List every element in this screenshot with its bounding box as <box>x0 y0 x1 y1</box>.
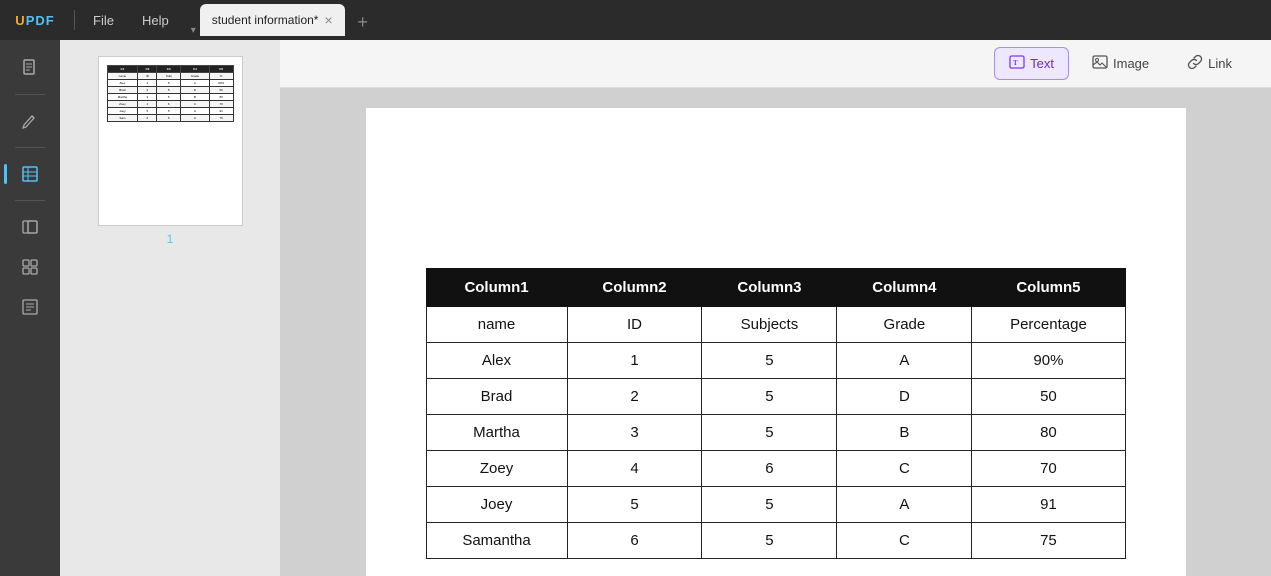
table-cell: name <box>426 307 567 343</box>
file-menu[interactable]: File <box>79 0 128 40</box>
table-header-cell: Column5 <box>972 269 1125 307</box>
sidebar-icon-pages[interactable] <box>12 209 48 245</box>
table-cell: 80 <box>972 415 1125 451</box>
table-cell: 3 <box>567 415 702 451</box>
table-cell: Alex <box>426 343 567 379</box>
table-header-cell: Column4 <box>837 269 972 307</box>
link-tool-icon <box>1187 54 1203 73</box>
sidebar-divider-1 <box>15 94 45 95</box>
main-layout: C1C2C3C4C5 nameIDSubjGrade% Alex15A90% B… <box>0 40 1271 576</box>
sidebar-icon-convert[interactable] <box>12 289 48 325</box>
document-page: Column1Column2Column3Column4Column5 name… <box>366 108 1186 576</box>
tab-label: student information* <box>212 13 319 27</box>
table-body: nameIDSubjectsGradePercentageAlex15A90%B… <box>426 307 1125 559</box>
table-cell: 91 <box>972 487 1125 523</box>
table-row: Alex15A90% <box>426 343 1125 379</box>
table-cell: 6 <box>702 451 837 487</box>
tab-arrow-icon: ▾ <box>191 25 196 36</box>
table-cell: Joey <box>426 487 567 523</box>
table-row: Martha35B80 <box>426 415 1125 451</box>
help-menu[interactable]: Help <box>128 0 183 40</box>
thumbnail-image: C1C2C3C4C5 nameIDSubjGrade% Alex15A90% B… <box>98 56 243 226</box>
sidebar-icon-organize[interactable] <box>12 249 48 285</box>
text-tool-icon: T <box>1009 54 1025 73</box>
logo-text: UPDF <box>15 13 54 28</box>
document-scroll[interactable]: Column1Column2Column3Column4Column5 name… <box>280 88 1271 576</box>
divider <box>74 10 75 30</box>
table-cell: 5 <box>702 343 837 379</box>
page-number: 1 <box>167 232 174 246</box>
sidebar-icon-document[interactable] <box>12 50 48 86</box>
table-cell: Percentage <box>972 307 1125 343</box>
table-header-cell: Column1 <box>426 269 567 307</box>
table-cell: 6 <box>567 523 702 559</box>
table-cell: 50 <box>972 379 1125 415</box>
thumbnail-table: C1C2C3C4C5 nameIDSubjGrade% Alex15A90% B… <box>107 65 234 122</box>
content-area: T Text Image <box>280 40 1271 576</box>
table-cell: 5 <box>702 487 837 523</box>
thumbnail-panel: C1C2C3C4C5 nameIDSubjGrade% Alex15A90% B… <box>60 40 280 576</box>
table-header-row: Column1Column2Column3Column4Column5 <box>426 269 1125 307</box>
image-tool-label: Image <box>1113 56 1149 71</box>
table-cell: 1 <box>567 343 702 379</box>
table-cell: Samantha <box>426 523 567 559</box>
svg-text:T: T <box>1013 59 1018 67</box>
table-cell: Martha <box>426 415 567 451</box>
table-cell: 70 <box>972 451 1125 487</box>
table-row: Zoey46C70 <box>426 451 1125 487</box>
table-cell: 5 <box>567 487 702 523</box>
image-tool-button[interactable]: Image <box>1077 47 1164 80</box>
data-table: Column1Column2Column3Column4Column5 name… <box>426 268 1126 559</box>
table-cell: Zoey <box>426 451 567 487</box>
thumbnail-page-1[interactable]: C1C2C3C4C5 nameIDSubjGrade% Alex15A90% B… <box>98 56 243 246</box>
toolbar: T Text Image <box>280 40 1271 88</box>
table-cell: 4 <box>567 451 702 487</box>
table-cell: 75 <box>972 523 1125 559</box>
table-header-cell: Column2 <box>567 269 702 307</box>
link-tool-button[interactable]: Link <box>1172 47 1247 80</box>
table-cell: A <box>837 343 972 379</box>
table-cell: 5 <box>702 379 837 415</box>
table-row: Brad25D50 <box>426 379 1125 415</box>
table-row: Joey55A91 <box>426 487 1125 523</box>
table-row: nameIDSubjectsGradePercentage <box>426 307 1125 343</box>
table-cell: B <box>837 415 972 451</box>
table-cell: D <box>837 379 972 415</box>
text-tool-label: Text <box>1030 56 1054 71</box>
sidebar-divider-3 <box>15 200 45 201</box>
table-row: Samantha65C75 <box>426 523 1125 559</box>
table-cell: Grade <box>837 307 972 343</box>
table-header-cell: Column3 <box>702 269 837 307</box>
table-cell: 2 <box>567 379 702 415</box>
new-tab-button[interactable]: + <box>349 8 377 36</box>
active-tab[interactable]: student information* × <box>200 4 345 36</box>
table-cell: 5 <box>702 415 837 451</box>
table-cell: 5 <box>702 523 837 559</box>
table-cell: C <box>837 523 972 559</box>
table-cell: Subjects <box>702 307 837 343</box>
tabs-area: ▾ student information* × + <box>183 4 1271 36</box>
sidebar-icon-edit[interactable] <box>12 103 48 139</box>
sidebar-icon-table[interactable] <box>12 156 48 192</box>
table-cell: Brad <box>426 379 567 415</box>
tab-close-button[interactable]: × <box>324 13 332 27</box>
text-tool-button[interactable]: T Text <box>994 47 1069 80</box>
sidebar-divider-2 <box>15 147 45 148</box>
table-cell: C <box>837 451 972 487</box>
app-logo: UPDF <box>0 0 70 40</box>
top-bar: UPDF File Help ▾ student information* × … <box>0 0 1271 40</box>
link-tool-label: Link <box>1208 56 1232 71</box>
table-cell: A <box>837 487 972 523</box>
image-tool-icon <box>1092 54 1108 73</box>
table-cell: 90% <box>972 343 1125 379</box>
sidebar <box>0 40 60 576</box>
table-cell: ID <box>567 307 702 343</box>
